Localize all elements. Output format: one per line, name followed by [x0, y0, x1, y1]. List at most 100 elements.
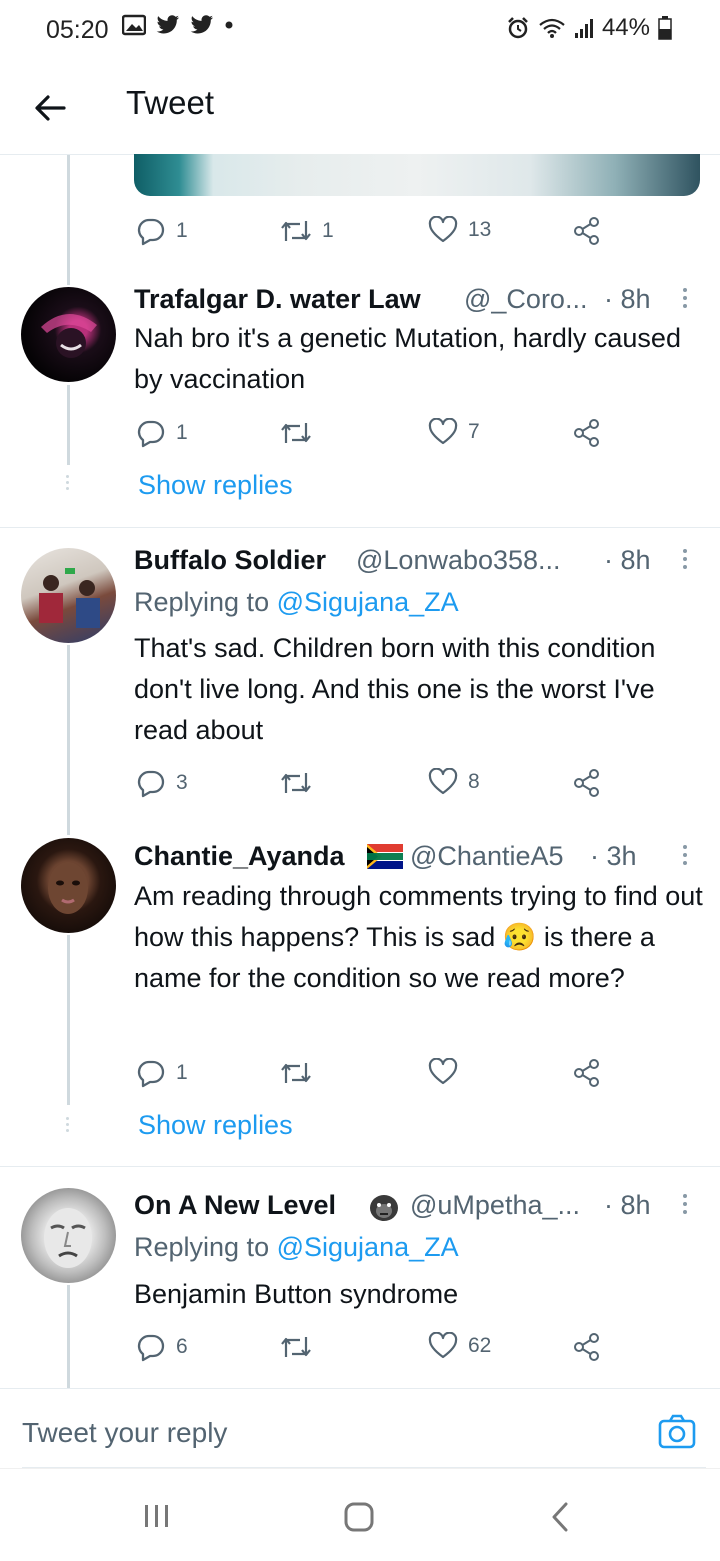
status-bar: 05:20 44%: [0, 0, 720, 60]
alarm-icon: [508, 17, 528, 39]
battery-percent: 44%: [601, 14, 650, 41]
like-action[interactable]: [428, 1058, 458, 1086]
thread-line: [67, 645, 70, 835]
like-action[interactable]: 62: [428, 1332, 491, 1360]
like-action[interactable]: 13: [428, 216, 491, 244]
signal-icon: [574, 19, 593, 38]
dot-icon: [225, 21, 233, 29]
more-options-icon[interactable]: [682, 288, 688, 308]
system-icons: 44%: [506, 14, 672, 42]
avatar[interactable]: [21, 838, 116, 933]
author-name[interactable]: Trafalgar D. water Law: [134, 284, 421, 315]
thread-line: [67, 155, 70, 285]
heart-icon: [428, 216, 458, 243]
more-options-icon[interactable]: [682, 549, 688, 569]
replying-handle-link[interactable]: @Sigujana_ZA: [277, 1232, 459, 1262]
tweet-text: Am reading through comments trying to fi…: [134, 876, 704, 999]
divider: [0, 1166, 720, 1167]
like-count: 13: [468, 218, 492, 241]
reply-action[interactable]: 1: [136, 418, 188, 448]
tweet-time: · 8h: [604, 545, 651, 575]
replying-prefix: Replying to: [134, 1232, 270, 1262]
twitter-icon: [156, 15, 180, 34]
like-count: 8: [468, 770, 480, 793]
battery-icon: [658, 16, 672, 40]
south-africa-flag-icon: [367, 844, 403, 869]
heart-icon: [428, 1058, 458, 1085]
tweet-media[interactable]: [134, 154, 700, 196]
recent-apps-icon[interactable]: [143, 1503, 171, 1529]
app-header: Tweet: [0, 60, 720, 155]
gallery-icon: [122, 14, 146, 36]
author-handle[interactable]: @ChantieA5: [410, 841, 564, 872]
thread-line: [67, 935, 70, 1105]
reply-count: 1: [176, 1061, 188, 1084]
replying-handle-link[interactable]: @Sigujana_ZA: [277, 587, 459, 617]
share-icon[interactable]: [572, 418, 602, 448]
back-icon[interactable]: [548, 1501, 572, 1533]
page-title: Tweet: [126, 84, 215, 121]
author-handle[interactable]: @uMpetha_...: [410, 1190, 580, 1221]
show-replies-link[interactable]: Show replies: [138, 1110, 293, 1141]
heart-icon: [428, 1332, 458, 1359]
reply-icon: [137, 1060, 165, 1088]
reply-icon: [137, 218, 165, 246]
notification-icons: [122, 14, 234, 36]
thread-line: [67, 1285, 70, 1388]
avatar[interactable]: [21, 1188, 116, 1283]
thread-gap-dots: [66, 472, 70, 493]
author-name[interactable]: Chantie_Ayanda: [134, 841, 345, 872]
like-action[interactable]: 7: [428, 418, 480, 446]
share-icon[interactable]: [572, 1058, 602, 1088]
author-name[interactable]: Buffalo Soldier: [134, 545, 326, 576]
share-icon[interactable]: [572, 216, 602, 246]
reply-action[interactable]: 3: [136, 768, 188, 798]
divider: [0, 527, 720, 528]
more-options-icon[interactable]: [682, 1194, 688, 1214]
show-replies-link[interactable]: Show replies: [138, 470, 293, 501]
like-count: 62: [468, 1334, 492, 1357]
avatar-illustration: [41, 313, 97, 358]
retweet-icon: [281, 423, 311, 443]
tweet-time: · 8h: [604, 284, 651, 314]
replying-prefix: Replying to: [134, 587, 270, 617]
avatar-photo: [39, 568, 100, 628]
retweet-count: 1: [322, 219, 334, 242]
reply-action[interactable]: 1: [136, 216, 188, 246]
system-navigation-bar: [0, 1468, 720, 1561]
author-handle[interactable]: @_Coro...: [464, 284, 587, 315]
retweet-action[interactable]: [280, 768, 312, 798]
share-icon[interactable]: [572, 768, 602, 798]
like-count: 7: [468, 420, 480, 443]
gorilla-emoji-icon: [370, 1195, 398, 1221]
replying-to: Replying to @Sigujana_ZA: [134, 587, 459, 618]
reply-icon: [137, 770, 165, 798]
thread-line: [67, 385, 70, 465]
camera-icon[interactable]: [658, 1413, 696, 1449]
retweet-action[interactable]: [280, 1058, 312, 1088]
reply-action[interactable]: 1: [136, 1058, 188, 1088]
share-icon[interactable]: [572, 1332, 602, 1362]
reply-composer[interactable]: Tweet your reply: [0, 1388, 720, 1469]
author-name[interactable]: On A New Level: [134, 1190, 336, 1221]
author-handle[interactable]: @Lonwabo358...: [356, 545, 561, 576]
reply-input[interactable]: Tweet your reply: [22, 1417, 227, 1449]
reply-icon: [137, 1334, 165, 1362]
retweet-icon: [281, 773, 311, 793]
like-action[interactable]: 8: [428, 768, 480, 796]
avatar-photo: [48, 862, 88, 914]
avatar[interactable]: [21, 548, 116, 643]
more-options-icon[interactable]: [682, 845, 688, 865]
retweet-action[interactable]: [280, 418, 312, 448]
retweet-icon: [281, 221, 311, 241]
avatar-statue: [44, 1208, 92, 1268]
reply-icon: [137, 420, 165, 448]
avatar[interactable]: [21, 287, 116, 382]
reply-count: 1: [176, 421, 188, 444]
retweet-action[interactable]: [280, 1332, 312, 1362]
retweet-action[interactable]: 1: [280, 216, 334, 246]
reply-action[interactable]: 6: [136, 1332, 188, 1362]
thread-gap-dots: [66, 1114, 70, 1135]
back-arrow-icon[interactable]: [30, 88, 70, 128]
home-icon[interactable]: [343, 1501, 375, 1533]
